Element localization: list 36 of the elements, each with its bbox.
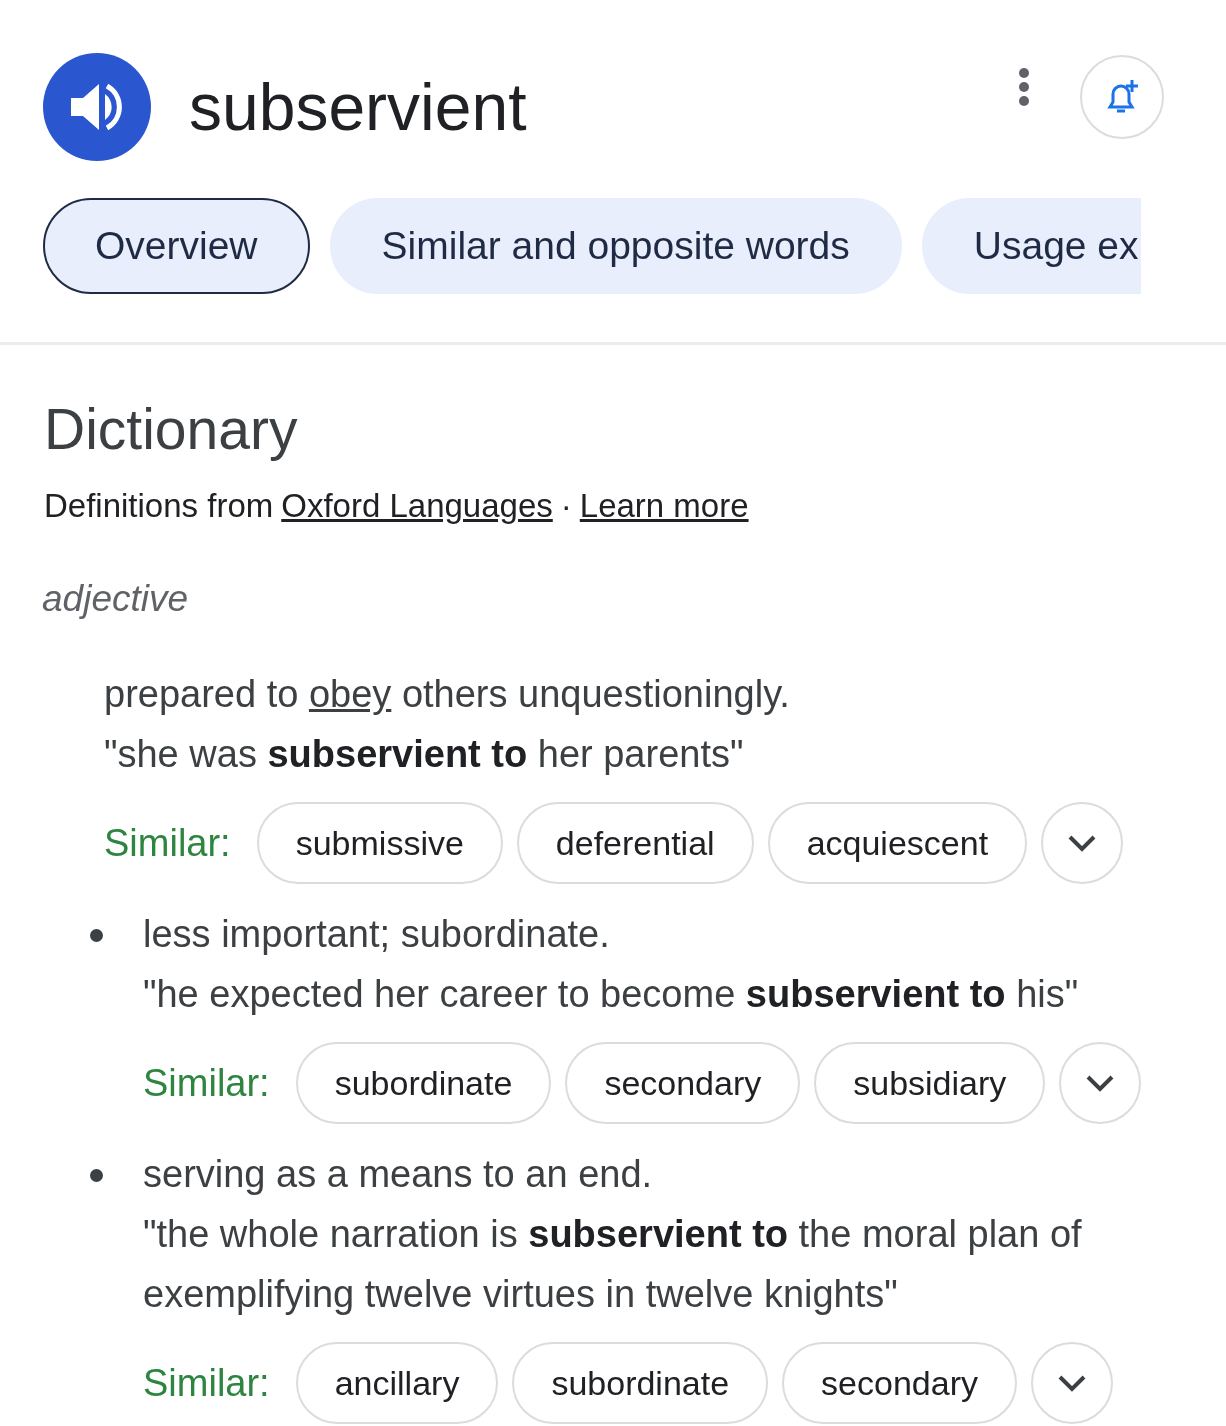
tab[interactable]: Similar and opposite words	[329, 198, 902, 294]
synonym-chip[interactable]: deferential	[516, 802, 754, 885]
section-title: Dictionary	[44, 396, 299, 463]
bullet-icon	[90, 1169, 103, 1183]
synonym-chip[interactable]: ancillary	[295, 1342, 499, 1425]
tab[interactable]: Usage ex	[921, 198, 1141, 294]
more-menu-button[interactable]	[1018, 67, 1030, 107]
source-link[interactable]: Oxford Languages	[281, 481, 553, 531]
word-link[interactable]: obey	[308, 673, 392, 716]
definition: prepared to obey others unquestioningly.	[104, 672, 791, 718]
synonym-chip[interactable]: subordinate	[295, 1042, 552, 1125]
speaker-icon	[69, 82, 125, 132]
example-sentence: "she was subservient to her parents"	[104, 732, 745, 778]
definition: less important; subordinate.	[143, 912, 611, 958]
chevron-down-icon	[1085, 1074, 1116, 1093]
synonym-chip[interactable]: acquiescent	[767, 802, 1028, 885]
similar-label: Similar:	[143, 1361, 270, 1407]
separator: ·	[560, 486, 572, 527]
chevron-down-icon	[1067, 834, 1098, 853]
learn-more-link[interactable]: Learn more	[579, 481, 749, 531]
source-text: Definitions from	[44, 486, 274, 527]
similar-label: Similar:	[143, 1061, 270, 1107]
synonym-chip[interactable]: subsidiary	[814, 1042, 1046, 1125]
synonym-chip[interactable]: subordinate	[512, 1342, 769, 1425]
synonym-chip[interactable]: submissive	[256, 802, 503, 885]
example-sentence: "the whole narration is subservient to the moral plan of exemplifying twelve virtues in twelve knights"	[143, 1212, 1083, 1318]
part-of-speech: adjective	[42, 576, 190, 621]
chevron-down-icon	[1056, 1374, 1087, 1393]
bullet-icon	[90, 929, 103, 943]
synonym-chip[interactable]: secondary	[565, 1042, 801, 1125]
synonym-chip[interactable]: secondary	[782, 1342, 1017, 1425]
headword: subservient	[189, 74, 527, 140]
example-sentence: "he expected her career to become subservient to his"	[143, 972, 1080, 1018]
tab[interactable]: Overview	[43, 198, 310, 294]
definition: serving as a means to an end.	[143, 1152, 654, 1198]
similar-label: Similar:	[104, 821, 231, 867]
